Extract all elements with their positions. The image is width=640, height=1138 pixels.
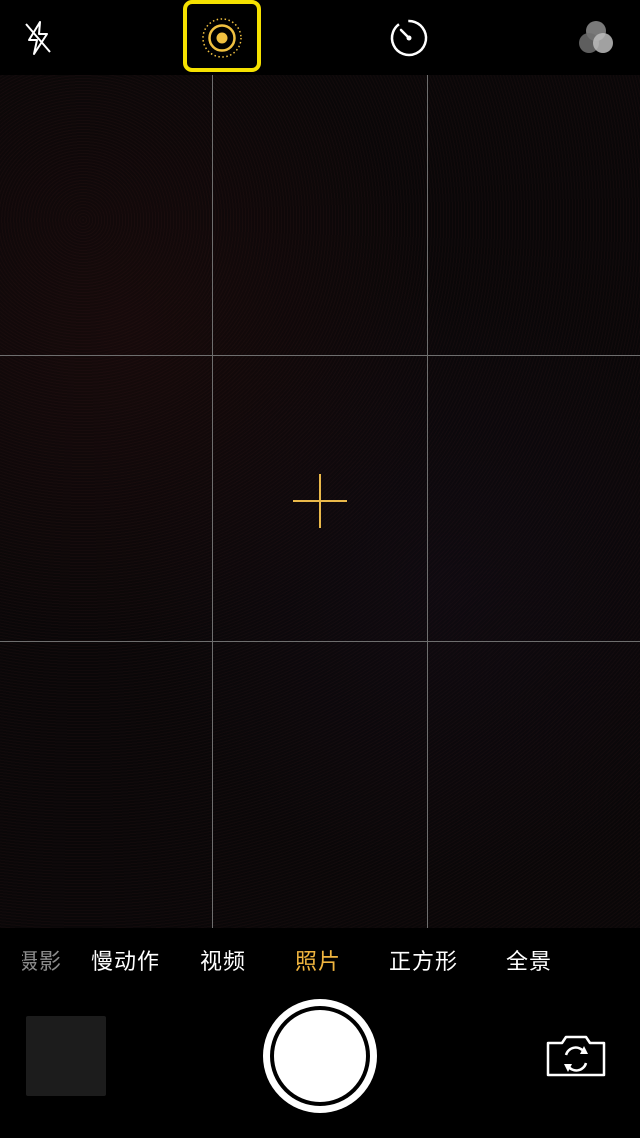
grid-line-horizontal [0,641,640,642]
mode-photo[interactable]: 照片 [295,944,341,976]
flash-off-icon[interactable] [14,14,62,62]
filters-icon[interactable] [572,14,620,62]
highlight-box [183,0,261,72]
switch-camera-icon[interactable] [544,1031,608,1079]
shutter-inner [274,1010,366,1102]
mode-selector: 摄影 慢动作 视频 照片 正方形 全景 [0,928,640,993]
grid-line-horizontal [0,355,640,356]
last-photo-thumbnail[interactable] [26,1016,106,1096]
bottom-bar [0,993,640,1138]
mode-timelapse[interactable]: 摄影 [22,944,62,976]
grid-line-vertical [427,75,428,928]
grid-line-vertical [212,75,213,928]
timer-icon[interactable] [385,14,433,62]
mode-slo-mo[interactable]: 慢动作 [91,944,160,976]
mode-square[interactable]: 正方形 [389,944,458,976]
top-bar [0,0,640,75]
mode-video[interactable]: 视频 [200,944,246,976]
focus-crosshair [319,474,321,528]
mode-pano[interactable]: 全景 [506,944,552,976]
shutter-button[interactable] [263,999,377,1113]
